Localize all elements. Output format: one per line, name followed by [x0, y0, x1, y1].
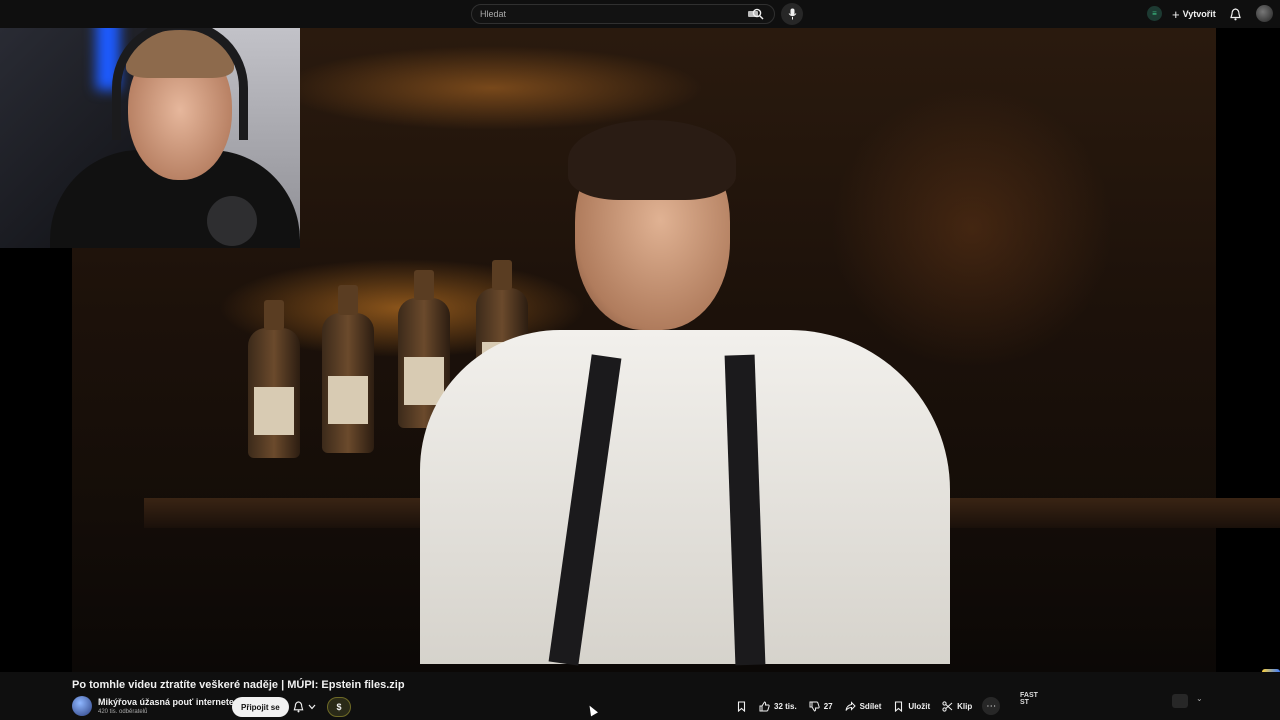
- side-panel-logo: FAST ST: [1020, 692, 1038, 706]
- microphone: [207, 196, 257, 246]
- channel-avatar[interactable]: [72, 696, 92, 716]
- clip-button[interactable]: Klip: [936, 696, 978, 716]
- bottle: [248, 300, 300, 458]
- bell-icon: [293, 701, 303, 713]
- dislike-count: 27: [823, 701, 833, 711]
- account-avatar[interactable]: [1256, 5, 1273, 22]
- share-label: Sdílet: [859, 701, 882, 711]
- bell-icon: [1229, 7, 1241, 20]
- channel-name[interactable]: Mikýřova úžasná pouť internetem: [98, 697, 242, 707]
- microphone-icon: [788, 8, 796, 20]
- overlay-badge-icon: [1262, 669, 1280, 672]
- top-bar: Hledat ≡ + Vytvořit: [0, 0, 1280, 28]
- bookmark-icon: [737, 700, 746, 712]
- search-input[interactable]: Hledat: [480, 9, 748, 19]
- save-button[interactable]: Uložit: [887, 696, 936, 716]
- share-button[interactable]: Sdílet: [839, 696, 888, 716]
- chevron-down-icon[interactable]: ⌄: [1196, 694, 1203, 703]
- notifications-button[interactable]: [1228, 6, 1242, 22]
- dislike-button[interactable]: 27: [803, 696, 839, 716]
- save-icon: [895, 700, 903, 712]
- upload-icon[interactable]: [1172, 694, 1188, 708]
- extension-icon[interactable]: ≡: [1147, 6, 1162, 21]
- create-button[interactable]: + Vytvořit: [1172, 6, 1216, 22]
- scissors-icon: [942, 700, 953, 712]
- search-button[interactable]: [746, 4, 770, 24]
- chevron-down-icon: [308, 704, 315, 710]
- join-button[interactable]: Připojit se: [232, 697, 289, 717]
- subscriber-count: 420 tis. odběratelů: [98, 709, 148, 715]
- like-button[interactable]: 32 tis.: [753, 696, 803, 716]
- search-box[interactable]: Hledat: [471, 4, 775, 24]
- voice-search-button[interactable]: [781, 3, 803, 25]
- bookmark-button[interactable]: [730, 696, 753, 716]
- clip-label: Klip: [957, 701, 973, 711]
- thumbs-up-icon: [759, 700, 770, 711]
- thumbs-down-icon: [809, 701, 820, 712]
- presenter: [400, 120, 960, 666]
- video-title: Po tomhle videu ztratíte veškeré naděje …: [72, 679, 405, 691]
- more-actions-button[interactable]: ⋯: [982, 697, 1001, 715]
- bottle: [322, 285, 374, 453]
- video-info-bar: Po tomhle videu ztratíte veškeré naděje …: [0, 672, 1280, 720]
- subscription-bell-button[interactable]: [286, 697, 322, 717]
- search-icon: [752, 8, 764, 20]
- share-icon: [845, 700, 856, 711]
- create-label: Vytvořit: [1182, 9, 1216, 19]
- like-count: 32 tis.: [774, 701, 797, 711]
- facecam-overlay: [0, 0, 300, 248]
- save-label: Uložit: [908, 701, 931, 711]
- action-bar: 32 tis. 27 Sdílet Uložit Klip ⋯: [730, 696, 1001, 716]
- plus-icon: +: [1172, 6, 1180, 22]
- thanks-button[interactable]: $: [327, 697, 351, 717]
